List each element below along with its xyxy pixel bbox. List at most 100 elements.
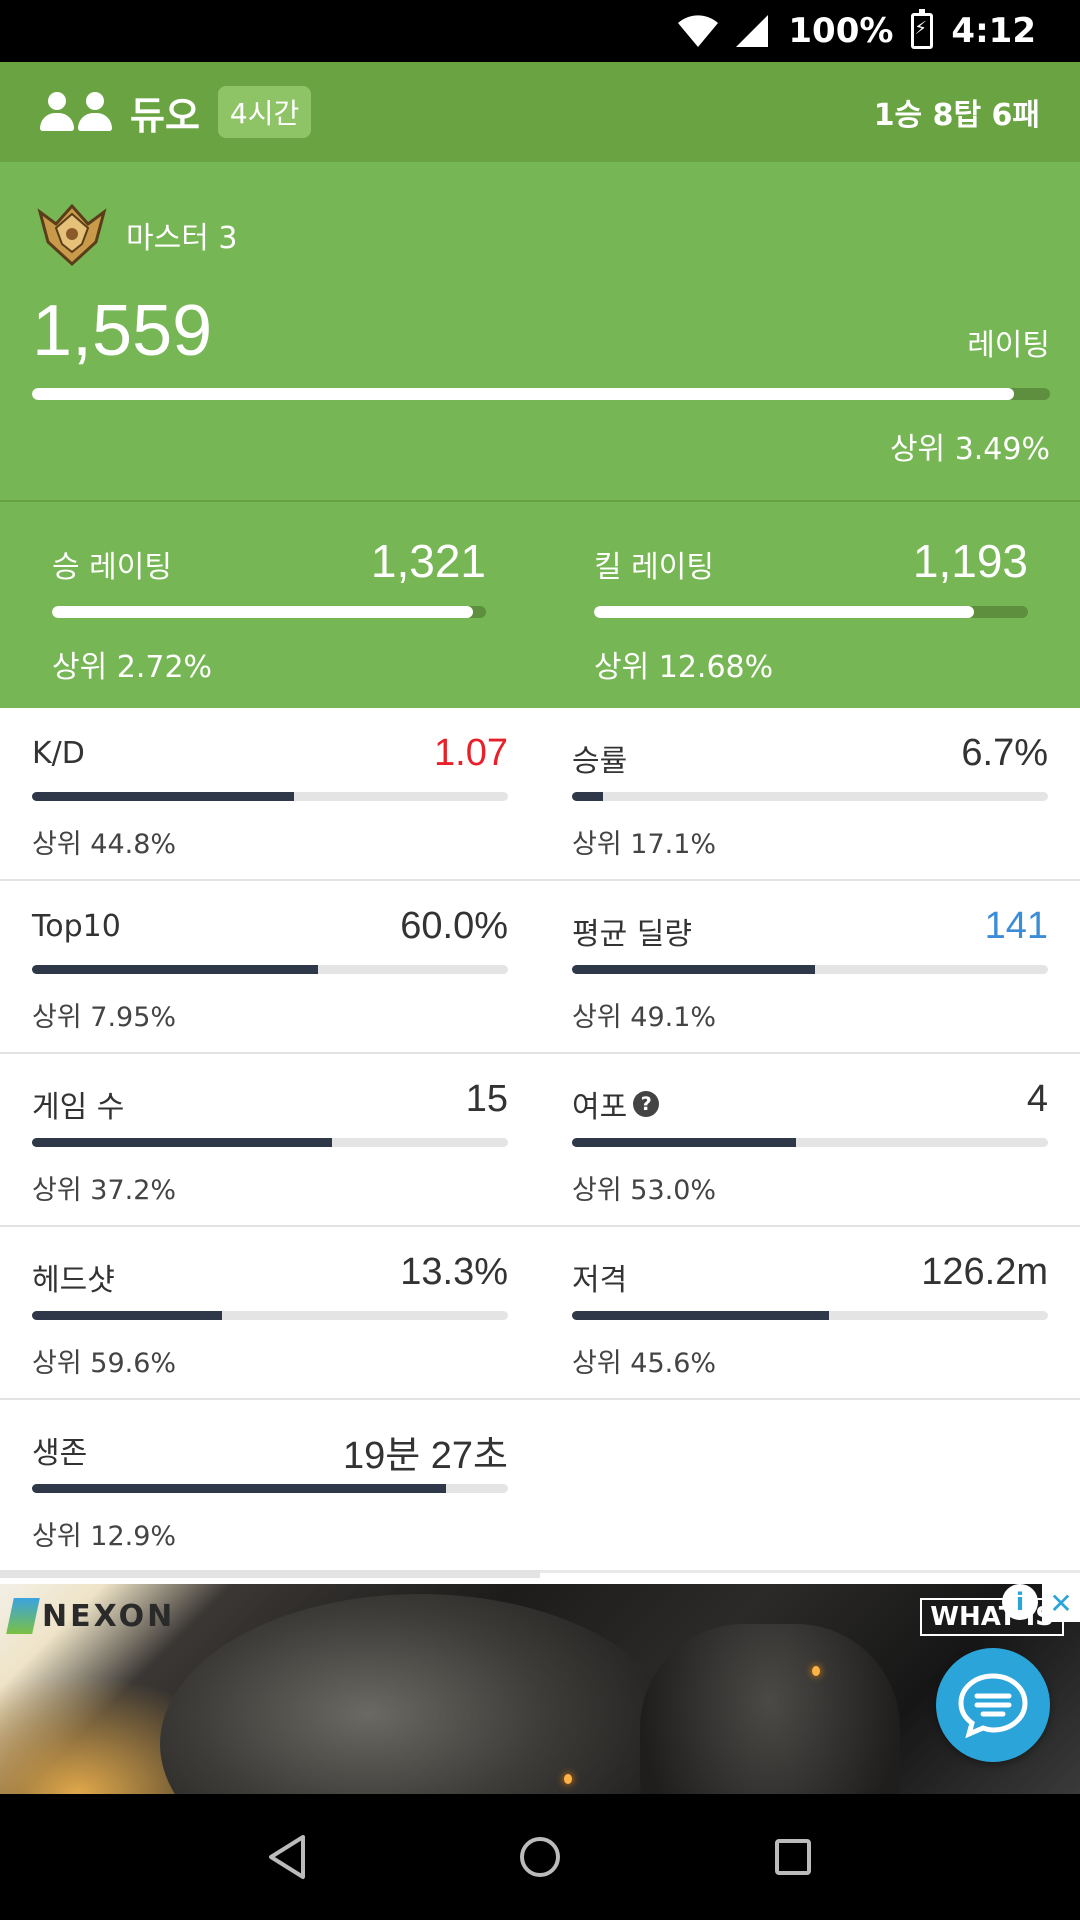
tier-label: 마스터 3 xyxy=(126,221,238,256)
match-record: 1승 8탑 6패 xyxy=(873,98,1040,133)
stat-value: 4 xyxy=(1026,1078,1048,1120)
stat-percentile: 상위 45.6% xyxy=(572,1348,717,1379)
stat-bar xyxy=(572,1311,1048,1320)
stat-win-rate[interactable]: 승률 6.7% 상위 17.1% xyxy=(572,708,1048,879)
stat-label: 여포 xyxy=(572,1090,628,1125)
stat-value: 126.2m xyxy=(921,1251,1048,1293)
ad-image xyxy=(160,1594,680,1794)
rating-progress-fill xyxy=(32,388,1015,400)
stat-percentile: 상위 44.8% xyxy=(32,829,177,860)
stat-label: 평균 딜량 xyxy=(572,917,692,952)
duo-icon xyxy=(40,92,112,132)
stat-label: 헤드샷 xyxy=(32,1263,115,1298)
sub-ratings: 승 레이팅 1,321 상위 2.72% 킬 레이팅 1,193 상위 12.6… xyxy=(0,502,1080,708)
help-icon[interactable]: ? xyxy=(633,1091,660,1117)
stat-percentile: 상위 37.2% xyxy=(32,1175,177,1206)
ad-ember xyxy=(564,1774,572,1784)
stat-row: 헤드샷 13.3% 상위 59.6% 저격 126.2m 상위 45.6% xyxy=(0,1227,1080,1400)
battery-percent: 100% xyxy=(788,11,894,51)
rating-value: 1,559 xyxy=(32,291,213,371)
battery-icon xyxy=(911,9,934,49)
stat-percentile: 상위 17.1% xyxy=(572,829,717,860)
stat-value: 60.0% xyxy=(400,905,508,947)
recents-icon xyxy=(775,1839,812,1875)
tier: 마스터 3 xyxy=(36,202,237,268)
win-rating-percentile: 상위 2.72% xyxy=(52,650,213,685)
stat-bar xyxy=(572,1138,1048,1147)
win-rating: 승 레이팅 1,321 상위 2.72% xyxy=(52,502,486,708)
mode-title: 듀오 xyxy=(130,93,200,138)
clock: 4:12 xyxy=(951,11,1036,51)
stat-label: K/D xyxy=(32,736,85,771)
stat-value: 15 xyxy=(465,1078,508,1120)
stat-label: 승률 xyxy=(572,744,628,779)
stat-label: 생존 xyxy=(32,1436,88,1471)
kill-rating-percentile: 상위 12.68% xyxy=(594,650,774,685)
ad-close-icon[interactable]: ✕ xyxy=(1042,1584,1080,1622)
stat-bar-fill xyxy=(32,965,318,974)
stat-value: 6.7% xyxy=(961,732,1048,774)
mode-header[interactable]: 듀오 4시간 1승 8탑 6패 xyxy=(0,62,1080,162)
win-rating-label: 승 레이팅 xyxy=(52,550,172,585)
stat-value: 13.3% xyxy=(400,1251,508,1293)
stat-percentile: 상위 59.6% xyxy=(32,1348,177,1379)
stat-bar xyxy=(32,1311,508,1320)
nexon-logo-mark xyxy=(6,1598,40,1634)
rating-progress-bar xyxy=(32,388,1050,400)
stat-row: 생존 19분 27초 상위 12.9% xyxy=(0,1400,1080,1573)
stat-yeopo[interactable]: 여포 ? 4 상위 53.0% xyxy=(572,1054,1048,1225)
stat-survival[interactable]: 생존 19분 27초 상위 12.9% xyxy=(32,1400,508,1571)
stat-avg-damage[interactable]: 평균 딜량 141 상위 49.1% xyxy=(572,881,1048,1052)
win-rating-value: 1,321 xyxy=(370,535,486,587)
nexon-logo-text: NEXON xyxy=(42,1598,176,1634)
stat-percentile: 상위 7.95% xyxy=(32,1002,177,1033)
stat-bar-fill xyxy=(572,965,815,974)
ad-image xyxy=(640,1624,900,1794)
ad-ember xyxy=(812,1666,820,1676)
stat-bar-fill xyxy=(32,1311,223,1320)
chat-icon xyxy=(958,1673,1028,1738)
stat-bar xyxy=(32,1138,508,1147)
stat-bar xyxy=(32,965,508,974)
stat-value: 1.07 xyxy=(434,732,508,774)
signal-icon xyxy=(736,15,769,47)
kill-rating-value: 1,193 xyxy=(912,535,1028,587)
system-nav-bar xyxy=(0,1794,1080,1920)
stat-games[interactable]: 게임 수 15 상위 37.2% xyxy=(32,1054,508,1225)
stat-headshot[interactable]: 헤드샷 13.3% 상위 59.6% xyxy=(32,1227,508,1398)
stat-label: Top10 xyxy=(32,909,121,944)
stat-top10[interactable]: Top10 60.0% 상위 7.95% xyxy=(32,881,508,1052)
chat-button[interactable] xyxy=(936,1648,1050,1762)
stat-row: K/D 1.07 상위 44.8% 승률 6.7% 상위 17.1% xyxy=(0,708,1080,881)
stat-label: 저격 xyxy=(572,1263,628,1298)
stat-bar-fill xyxy=(572,1311,830,1320)
stat-kd[interactable]: K/D 1.07 상위 44.8% xyxy=(32,708,508,879)
stat-bar xyxy=(572,792,1048,801)
win-rating-bar xyxy=(52,606,486,618)
stat-bar xyxy=(32,792,508,801)
stat-bar-fill xyxy=(572,792,603,801)
stat-value: 141 xyxy=(984,905,1048,947)
stat-row: Top10 60.0% 상위 7.95% 평균 딜량 141 상위 49.1% xyxy=(0,881,1080,1054)
wifi-icon xyxy=(678,15,719,47)
status-icons xyxy=(676,13,770,49)
back-button[interactable] xyxy=(257,1827,317,1887)
kill-rating-bar xyxy=(594,606,1028,618)
ad-info-icon[interactable]: i xyxy=(1002,1584,1038,1620)
stat-label: 게임 수 xyxy=(32,1090,125,1125)
stat-snipe[interactable]: 저격 126.2m 상위 45.6% xyxy=(572,1227,1048,1398)
stat-bar-fill xyxy=(32,1484,447,1493)
kill-rating-label: 킬 레이팅 xyxy=(594,550,714,585)
stat-bar xyxy=(572,965,1048,974)
rating-percentile: 상위 3.49% xyxy=(889,432,1050,467)
home-button[interactable] xyxy=(510,1827,570,1887)
stat-label-wrap: 여포 ? xyxy=(572,1082,660,1126)
recents-button[interactable] xyxy=(763,1827,823,1887)
ad-banner[interactable]: NEXON WHAT IS i ✕ xyxy=(0,1584,1080,1794)
stat-percentile: 상위 49.1% xyxy=(572,1002,717,1033)
master-tier-icon xyxy=(37,203,107,267)
rating-card: 마스터 3 1,559 레이팅 상위 3.49% xyxy=(0,162,1080,502)
stat-bar-fill xyxy=(572,1138,796,1147)
stat-percentile: 상위 12.9% xyxy=(32,1521,177,1552)
divider xyxy=(540,1570,1080,1573)
